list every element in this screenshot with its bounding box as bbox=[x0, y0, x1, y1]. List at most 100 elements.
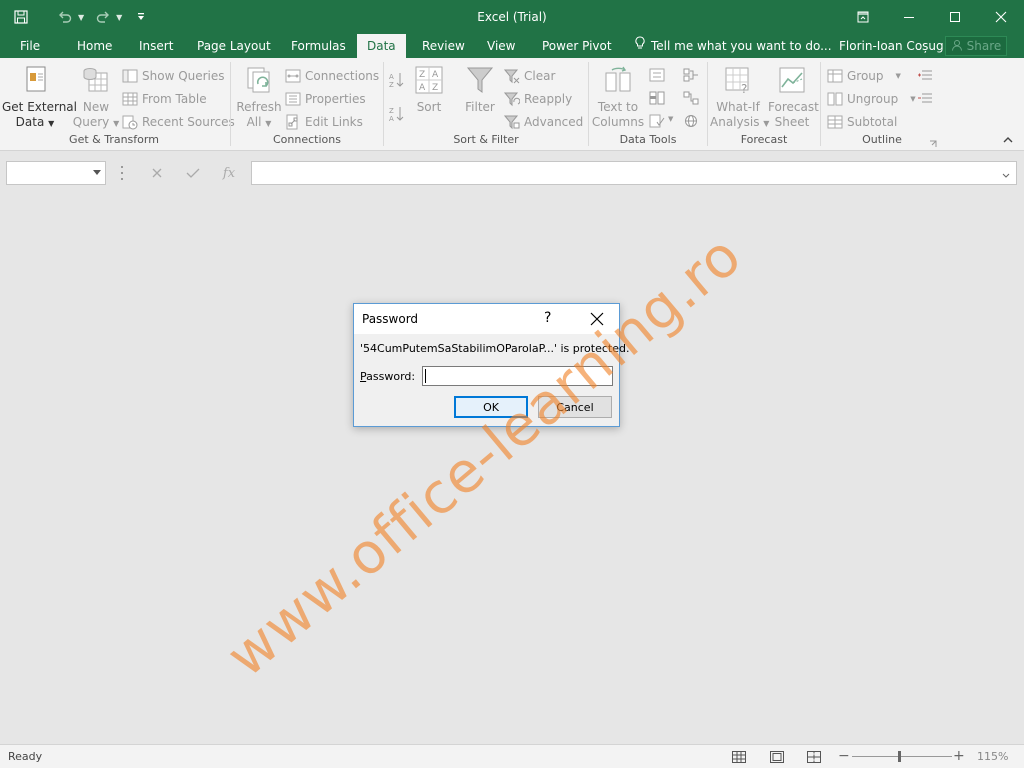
dialog-title: Password bbox=[362, 312, 419, 326]
group-forecast: ? What-If Analysis ▼ Forecast Sheet Fore… bbox=[710, 62, 819, 148]
sort-z-to-a-button[interactable]: ZA bbox=[388, 104, 404, 124]
data-validation-icon[interactable] bbox=[649, 113, 665, 129]
page-break-preview-icon[interactable] bbox=[806, 749, 822, 765]
tab-insert[interactable]: Insert bbox=[139, 34, 173, 58]
forecast-sheet-label-2: Sheet bbox=[774, 115, 810, 129]
zoom-level[interactable]: 115% bbox=[977, 750, 1008, 763]
tab-page-layout[interactable]: Page Layout bbox=[197, 34, 271, 58]
show-queries-label: Show Queries bbox=[142, 69, 225, 83]
normal-view-icon[interactable] bbox=[731, 749, 747, 765]
group-button[interactable]: Group ▼ bbox=[827, 66, 901, 86]
zoom-slider-thumb[interactable] bbox=[898, 751, 901, 762]
clear-filter-button[interactable]: Clear bbox=[504, 66, 555, 86]
subtotal-button[interactable]: Subtotal bbox=[827, 112, 897, 132]
zoom-out-button[interactable]: − bbox=[838, 748, 850, 764]
maximize-icon[interactable] bbox=[932, 0, 978, 34]
hide-detail-icon[interactable] bbox=[917, 90, 933, 106]
group-label-get-transform: Get & Transform bbox=[69, 133, 159, 146]
page-layout-view-icon[interactable] bbox=[769, 749, 785, 765]
tab-data[interactable]: Data bbox=[357, 34, 406, 58]
ok-button[interactable]: OK bbox=[454, 396, 528, 418]
password-input[interactable] bbox=[422, 366, 613, 386]
tab-home[interactable]: Home bbox=[77, 34, 112, 58]
dropdown-caret-icon: ▼ bbox=[668, 115, 674, 123]
filter-button[interactable]: Filter bbox=[462, 62, 498, 115]
tab-review[interactable]: Review bbox=[422, 34, 465, 58]
show-detail-icon[interactable] bbox=[917, 67, 933, 83]
name-box-dropdown-icon[interactable] bbox=[93, 170, 101, 175]
ungroup-button[interactable]: Ungroup ▼ bbox=[827, 89, 916, 109]
edit-links-icon bbox=[285, 114, 301, 130]
formula-bar-resize-handle[interactable] bbox=[121, 166, 124, 180]
confirm-entry-icon[interactable] bbox=[175, 161, 211, 185]
recent-sources-icon bbox=[122, 114, 138, 130]
group-label: Group bbox=[847, 69, 884, 83]
connections-button[interactable]: Connections bbox=[285, 66, 379, 86]
manage-data-model-icon[interactable] bbox=[683, 113, 699, 129]
tab-power-pivot[interactable]: Power Pivot bbox=[542, 34, 612, 58]
connections-label: Connections bbox=[305, 69, 380, 83]
edit-links-button[interactable]: Edit Links bbox=[285, 112, 363, 132]
close-icon[interactable] bbox=[588, 310, 606, 328]
group-data-tools: Text to Columns ▼ Data Tools bbox=[591, 62, 705, 148]
tab-formulas[interactable]: Formulas bbox=[291, 34, 346, 58]
cancel-entry-icon[interactable] bbox=[139, 161, 175, 185]
reapply-button[interactable]: Reapply bbox=[504, 89, 572, 109]
filter-funnel-icon bbox=[464, 64, 496, 96]
sort-a-to-z-button[interactable]: AZ bbox=[388, 70, 404, 90]
advanced-filter-button[interactable]: Advanced bbox=[504, 112, 583, 132]
name-box[interactable] bbox=[6, 161, 106, 185]
insert-function-icon[interactable]: fx bbox=[211, 161, 247, 185]
remove-duplicates-icon[interactable] bbox=[649, 90, 665, 106]
sort-button[interactable]: ZAAZ Sort bbox=[412, 62, 446, 115]
text-to-columns-label-2: Columns bbox=[591, 115, 645, 129]
svg-text:A: A bbox=[419, 83, 426, 93]
dropdown-caret-icon: ▼ bbox=[910, 95, 916, 103]
cancel-button[interactable]: Cancel bbox=[538, 396, 612, 418]
forecast-sheet-button[interactable]: Forecast Sheet bbox=[768, 62, 819, 130]
sort-descending-icon: ZA bbox=[388, 106, 404, 123]
zoom-slider[interactable] bbox=[852, 756, 952, 757]
relationships-icon[interactable] bbox=[683, 90, 699, 106]
new-query-button[interactable]: New Query ▼ bbox=[72, 62, 120, 131]
dropdown-caret-icon: ▼ bbox=[265, 119, 272, 128]
status-ready: Ready bbox=[8, 750, 43, 763]
help-button[interactable]: ? bbox=[544, 310, 551, 326]
text-caret bbox=[425, 369, 426, 383]
refresh-all-button[interactable]: Refresh All ▼ bbox=[235, 62, 283, 131]
ribbon-separator bbox=[820, 62, 821, 146]
ribbon-tabs: File Home Insert Page Layout Formulas Da… bbox=[0, 34, 1024, 58]
from-table-button[interactable]: From Table bbox=[122, 89, 207, 109]
expand-formula-bar-icon[interactable] bbox=[1002, 169, 1010, 178]
from-table-label: From Table bbox=[142, 92, 207, 106]
group-outline: Group ▼ Ungroup ▼ Subtotal Outline bbox=[823, 62, 941, 148]
what-if-analysis-button[interactable]: ? What-If Analysis ▼ bbox=[710, 62, 769, 131]
recent-sources-button[interactable]: Recent Sources bbox=[122, 112, 235, 132]
user-name[interactable]: Florin-Ioan Coșug bbox=[839, 34, 944, 58]
share-button[interactable]: Share bbox=[945, 36, 1007, 56]
text-to-columns-button[interactable]: Text to Columns bbox=[591, 62, 645, 130]
tab-file[interactable]: File bbox=[20, 34, 40, 58]
ribbon-separator bbox=[230, 62, 231, 146]
tab-view[interactable]: View bbox=[487, 34, 515, 58]
properties-label: Properties bbox=[305, 92, 366, 106]
svg-text:Z: Z bbox=[389, 107, 394, 115]
show-queries-button[interactable]: Show Queries bbox=[122, 66, 225, 86]
consolidate-icon[interactable] bbox=[683, 67, 699, 83]
flash-fill-icon[interactable] bbox=[649, 67, 665, 83]
dropdown-caret-icon: ▼ bbox=[895, 72, 901, 80]
refresh-all-label-1: Refresh bbox=[236, 100, 282, 114]
close-window-icon[interactable] bbox=[978, 0, 1024, 34]
group-connections: Refresh All ▼ Connections Properties Edi… bbox=[233, 62, 381, 148]
forecast-sheet-icon bbox=[776, 64, 808, 96]
get-external-data-button[interactable]: Get External Data ▼ bbox=[2, 62, 77, 131]
zoom-in-button[interactable]: + bbox=[953, 748, 965, 764]
collapse-ribbon-icon[interactable] bbox=[1002, 134, 1014, 146]
tell-me-search[interactable]: Tell me what you want to do... bbox=[634, 34, 832, 58]
outline-dialog-launcher-icon[interactable] bbox=[929, 137, 937, 147]
ribbon-display-options-icon[interactable] bbox=[840, 0, 886, 34]
formula-input[interactable] bbox=[251, 161, 1017, 185]
get-external-data-label-1: Get External bbox=[2, 100, 77, 114]
minimize-icon[interactable] bbox=[886, 0, 932, 34]
properties-button[interactable]: Properties bbox=[285, 89, 366, 109]
